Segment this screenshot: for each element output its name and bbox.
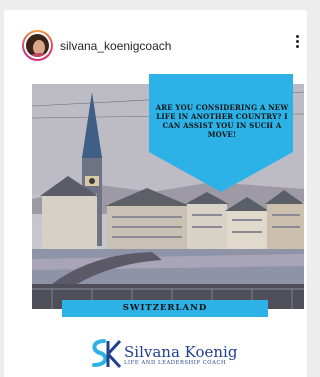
location-banner: SWITZERLAND	[62, 300, 268, 317]
brand-logo: Silvana Koenig LIFE AND LEADERSHIP COACH	[86, 337, 246, 371]
post-image[interactable]: ARE YOU CONSIDERING A NEW LIFE IN ANOTHE…	[4, 66, 307, 377]
profile-avatar[interactable]	[22, 30, 53, 61]
more-options-icon[interactable]	[294, 35, 300, 53]
avatar-photo	[24, 32, 51, 59]
logo-tagline: LIFE AND LEADERSHIP COACH	[124, 360, 227, 366]
post-header: silvana_koenigcoach	[4, 10, 307, 66]
location-banner-text: SWITZERLAND	[122, 303, 208, 313]
callout-text: ARE YOU CONSIDERING A NEW LIFE IN ANOTHE…	[155, 103, 289, 139]
instagram-post: silvana_koenigcoach ARE YOU CONSIDERING …	[4, 10, 307, 377]
post-username[interactable]: silvana_koenigcoach	[60, 39, 171, 53]
sk-monogram-icon	[92, 339, 122, 369]
logo-name: Silvana Koenig	[124, 343, 238, 361]
